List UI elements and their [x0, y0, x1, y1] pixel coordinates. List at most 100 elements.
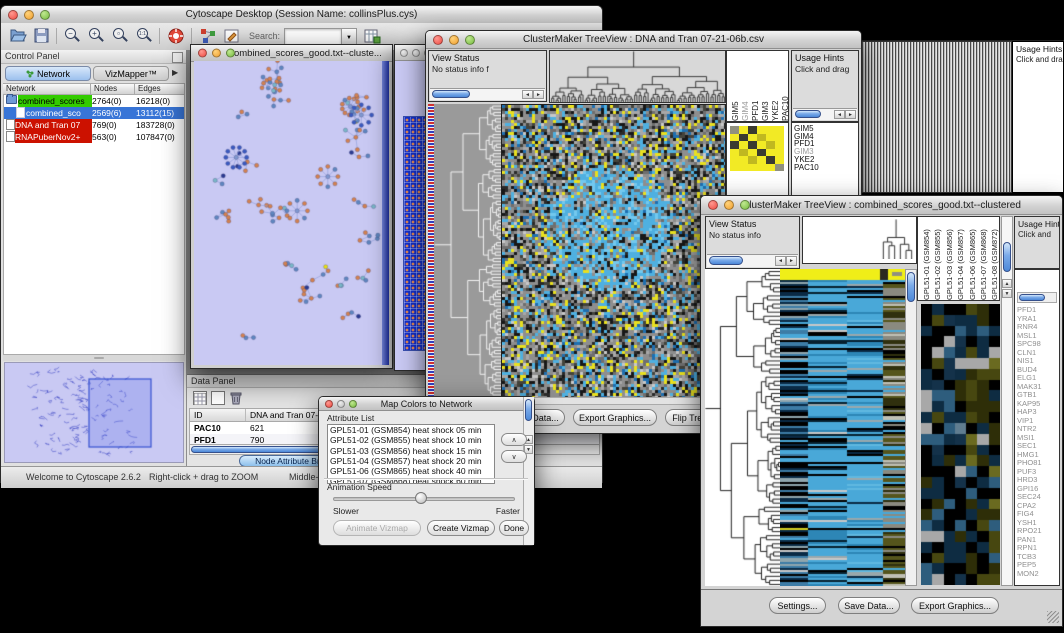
matrix-cell[interactable]: [739, 141, 748, 149]
matrix-cell[interactable]: [748, 149, 757, 157]
zoom-button[interactable]: [740, 200, 750, 210]
close-button[interactable]: [8, 10, 18, 20]
matrix-cell[interactable]: [739, 134, 748, 142]
matrix-cell[interactable]: [766, 149, 775, 157]
matrix-cell[interactable]: [775, 156, 784, 164]
matrix-cell[interactable]: [775, 149, 784, 157]
matrix-cell[interactable]: [730, 149, 739, 157]
tab-network[interactable]: Network: [5, 66, 91, 81]
network-row[interactable]: DNA and Tran 07 769(0) 183728(0): [4, 119, 184, 131]
matrix-cell[interactable]: [757, 126, 766, 134]
attribute-list[interactable]: GPL51-01 (GSM854) heat shock 05 minGPL51…: [327, 424, 495, 484]
network-settings-icon[interactable]: [199, 27, 217, 45]
column-label[interactable]: GPL51-03 (GSM856): [945, 220, 954, 300]
save-icon[interactable]: [33, 27, 51, 45]
matrix-cell[interactable]: [766, 134, 775, 142]
matrix-cell[interactable]: [730, 126, 739, 134]
float-panel-icon[interactable]: [172, 52, 183, 63]
matrix-cell[interactable]: [739, 156, 748, 164]
scroll-right-arrow[interactable]: ►: [786, 256, 797, 266]
network-row[interactable]: RNAPuberNov2+ 563(0) 107847(0): [4, 131, 184, 143]
scroll-left-arrow[interactable]: ◄: [834, 110, 845, 119]
panel-divider[interactable]: [3, 355, 185, 361]
scroll-right-arrow[interactable]: ►: [845, 110, 856, 119]
hscrollbar-thumb[interactable]: [432, 90, 470, 98]
matrix-cell[interactable]: [766, 164, 775, 172]
zoom-button[interactable]: [226, 49, 235, 58]
gene-list-hscrollbar[interactable]: [1017, 292, 1057, 303]
minimize-button[interactable]: [412, 49, 420, 57]
column-dendrogram[interactable]: [880, 219, 914, 259]
view-status-hscrollbar[interactable]: ◄ ►: [430, 88, 545, 100]
column-label[interactable]: GIM5: [731, 55, 740, 121]
column-id[interactable]: ID: [190, 409, 246, 421]
matrix-cell[interactable]: [739, 149, 748, 157]
delete-attribute-icon[interactable]: [229, 391, 243, 405]
minimize-button[interactable]: [212, 49, 221, 58]
matrix-cell[interactable]: [757, 149, 766, 157]
matrix-cell[interactable]: [730, 134, 739, 142]
column-edges[interactable]: Edges: [135, 83, 185, 95]
column-label[interactable]: GPL51-06 (GSM865): [968, 220, 977, 300]
zoom-button[interactable]: [40, 10, 50, 20]
matrix-cell[interactable]: [766, 156, 775, 164]
move-up-button[interactable]: ∧: [501, 433, 527, 446]
matrix-cell[interactable]: [766, 126, 775, 134]
matrix-cell[interactable]: [730, 164, 739, 172]
close-button[interactable]: [433, 35, 443, 45]
scroll-right-arrow[interactable]: ►: [533, 90, 544, 99]
network-row-selected[interactable]: combined_sco 2569(6) 13112(15): [4, 107, 184, 119]
column-label[interactable]: GPL51-07 (GSM868): [979, 220, 988, 300]
matrix-cell[interactable]: [748, 126, 757, 134]
zoom-out-icon[interactable]: −: [63, 27, 81, 45]
scroll-up-arrow[interactable]: ▲: [1002, 279, 1012, 288]
attribute-list-item[interactable]: GPL51-06 (GSM865) heat shock 40 min: [328, 466, 494, 476]
row-dendrogram[interactable]: [434, 104, 501, 396]
close-button[interactable]: [198, 49, 207, 58]
matrix-cell[interactable]: [775, 141, 784, 149]
settings-button[interactable]: Settings...: [769, 597, 826, 614]
open-folder-icon[interactable]: [9, 27, 27, 45]
attribute-list-item[interactable]: GPL51-02 (GSM855) heat shock 10 min: [328, 435, 494, 445]
import-table-icon[interactable]: [363, 27, 381, 45]
minimize-button[interactable]: [449, 35, 459, 45]
zoom-button[interactable]: [465, 35, 475, 45]
hscrollbar-thumb[interactable]: [709, 256, 743, 265]
column-dendrogram[interactable]: [549, 50, 726, 103]
matrix-cell[interactable]: [748, 134, 757, 142]
help-ring-icon[interactable]: [167, 27, 185, 45]
gene-label[interactable]: PAC10: [794, 164, 858, 172]
column-label[interactable]: PFD1: [751, 55, 760, 121]
heatmap-vscrollbar[interactable]: [905, 269, 917, 586]
hscrollbar-thumb[interactable]: [1019, 294, 1045, 301]
scroll-down-arrow[interactable]: ▼: [1002, 289, 1012, 298]
column-label[interactable]: PAC10: [781, 55, 789, 121]
zoom-fit-icon[interactable]: 1:1: [135, 27, 153, 45]
animate-vizmap-button[interactable]: Animate Vizmap: [333, 520, 421, 536]
scroll-left-arrow[interactable]: ◄: [775, 256, 786, 266]
zoom-vscrollbar[interactable]: ▲ ▼: [1001, 216, 1013, 586]
close-button[interactable]: [325, 400, 333, 408]
gene-label[interactable]: MON2: [1017, 570, 1059, 579]
column-label[interactable]: GPL51-04 (GSM857): [956, 220, 965, 300]
global-heatmap[interactable]: [501, 104, 726, 398]
scroll-left-arrow[interactable]: ◄: [522, 90, 533, 99]
zoom-in-icon[interactable]: +: [87, 27, 105, 45]
minimize-button[interactable]: [24, 10, 34, 20]
tab-vizmapper[interactable]: VizMapper™: [93, 66, 169, 81]
column-label[interactable]: GPL51-02 (GSM855): [933, 220, 942, 300]
column-label[interactable]: GIM3: [761, 55, 770, 121]
matrix-cell[interactable]: [739, 126, 748, 134]
attribute-list-item[interactable]: GPL51-03 (GSM856) heat shock 15 min: [328, 446, 494, 456]
zoom-heatmap[interactable]: [921, 304, 1000, 585]
slider-thumb[interactable]: [415, 492, 427, 504]
close-button[interactable]: [708, 200, 718, 210]
export-graphics-button[interactable]: Export Graphics...: [573, 409, 657, 426]
resize-grip[interactable]: [1047, 611, 1059, 623]
matrix-cell[interactable]: [775, 164, 784, 172]
save-data-button[interactable]: Save Data...: [838, 597, 900, 614]
zoom-selected-icon[interactable]: ▫: [111, 27, 129, 45]
network-canvas[interactable]: [194, 61, 389, 365]
zoom-button[interactable]: [349, 400, 357, 408]
network-row[interactable]: combined_scores 2764(0) 16218(0): [4, 95, 184, 107]
